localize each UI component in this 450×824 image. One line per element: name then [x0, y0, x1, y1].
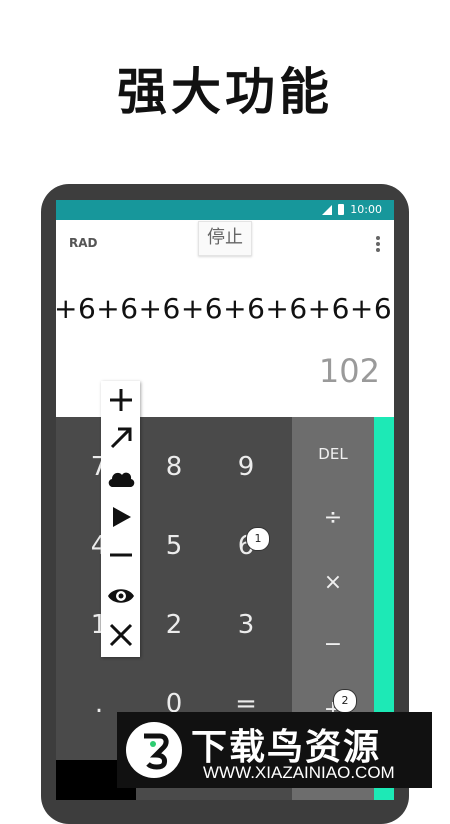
- stop-button[interactable]: 停止: [198, 221, 252, 256]
- play-icon[interactable]: [101, 499, 140, 535]
- watermark-url: WWW.XIAZAINIAO.COM: [203, 763, 395, 782]
- status-time: 10:00: [350, 203, 382, 216]
- cloud-icon[interactable]: [101, 460, 140, 496]
- angle-mode-toggle[interactable]: RAD: [69, 236, 98, 250]
- signal-icon: [322, 204, 333, 215]
- plus-icon[interactable]: [101, 382, 140, 418]
- key-2[interactable]: 2: [139, 590, 209, 660]
- key-9[interactable]: 9: [211, 432, 281, 502]
- arrow-icon[interactable]: [101, 420, 140, 456]
- overflow-menu-icon[interactable]: [376, 236, 380, 254]
- headline: 强大功能: [117, 63, 333, 121]
- key-8[interactable]: 8: [139, 432, 209, 502]
- touch-badge-1: 1: [246, 527, 270, 551]
- minus-button[interactable]: −: [292, 632, 374, 657]
- divide-button[interactable]: ÷: [292, 505, 374, 530]
- battery-icon: [338, 204, 345, 215]
- floating-toolbar: [101, 381, 140, 657]
- result-display: 102: [318, 352, 380, 390]
- delete-button[interactable]: DEL: [292, 445, 374, 463]
- watermark-banner: 下载鸟资源 WWW.XIAZAINIAO.COM: [117, 712, 432, 788]
- minus-icon[interactable]: [101, 537, 140, 573]
- close-icon[interactable]: [101, 617, 140, 653]
- key-3[interactable]: 3: [211, 590, 281, 660]
- key-6[interactable]: 6: [211, 511, 281, 581]
- eye-icon[interactable]: [101, 578, 140, 614]
- multiply-button[interactable]: ×: [292, 570, 374, 595]
- expression-display[interactable]: +6+6+6+6+6+6+6+6+: [56, 292, 394, 325]
- bird-logo-icon: [126, 722, 182, 778]
- status-bar: 10:00: [56, 200, 394, 220]
- key-5[interactable]: 5: [139, 511, 209, 581]
- touch-badge-2: 2: [333, 689, 357, 713]
